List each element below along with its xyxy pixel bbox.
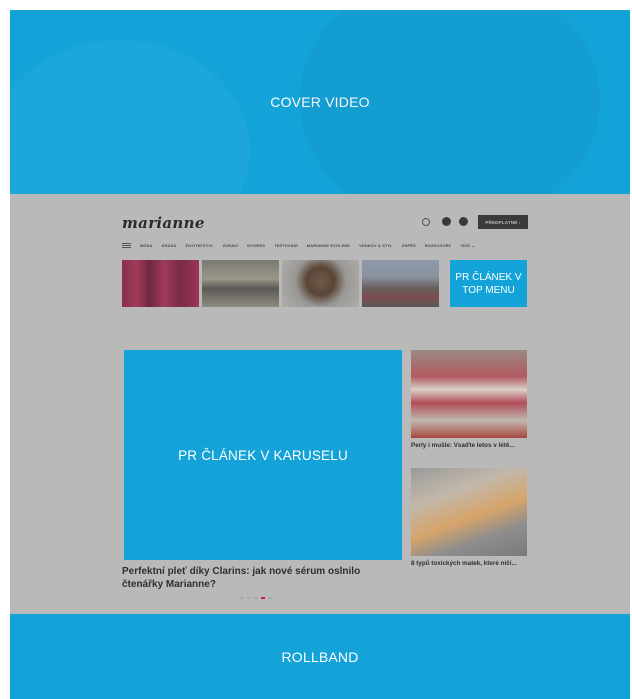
carousel-dot[interactable]	[254, 597, 258, 599]
top-article-caption	[122, 311, 199, 320]
top-article-image	[202, 260, 279, 307]
main-nav: MÓDA KRÁSA ŽIVOTNÍ STYL ZDRAVÍ STORIES T…	[122, 243, 475, 248]
nav-item-testovani[interactable]: TESTOVÁNÍ	[274, 243, 298, 248]
carousel-dot[interactable]	[268, 597, 272, 599]
nav-item-marianne-evolene[interactable]: MARIANNE EVOLENE	[307, 243, 350, 248]
top-article[interactable]	[362, 260, 439, 320]
nav-item-stories[interactable]: STORIES	[247, 243, 265, 248]
instagram-icon[interactable]	[459, 217, 468, 226]
nav-item-uspes[interactable]: ÚSPĚŠ	[402, 243, 416, 248]
top-article-image	[282, 260, 359, 307]
carousel-pagination	[240, 597, 272, 599]
carousel-dot-active[interactable]	[261, 597, 265, 599]
nav-item-venkov-styl[interactable]: VENKOV & STYL	[359, 243, 393, 248]
header-icons	[422, 217, 468, 226]
side-article-image	[411, 350, 527, 438]
top-article-caption	[362, 311, 439, 320]
subscribe-label: PŘEDPLATNÉ	[485, 219, 518, 225]
side-article[interactable]: 8 typů toxických matek, které ničí...	[411, 468, 527, 568]
side-article-image	[411, 468, 527, 556]
pr-top-menu-caption	[450, 311, 527, 320]
chevron-down-icon: ⌄	[471, 243, 475, 248]
carousel-dot[interactable]	[247, 597, 251, 599]
top-article[interactable]	[202, 260, 279, 320]
side-article-title: 8 typů toxických matek, které ničí...	[411, 560, 517, 567]
rollband-label: ROLLBAND	[281, 648, 359, 665]
top-articles-strip	[122, 260, 439, 320]
side-article[interactable]: Perly i mušle: Vsaďte letos v létě...	[411, 350, 527, 450]
nav-item-vice-label: VÍCE	[460, 243, 471, 248]
nav-item-moda[interactable]: MÓDA	[140, 243, 153, 248]
nav-item-zdravi[interactable]: ZDRAVÍ	[223, 243, 238, 248]
top-article-image	[362, 260, 439, 307]
subscribe-button[interactable]: PŘEDPLATNÉ ›	[478, 215, 528, 229]
site-logo[interactable]: marianne	[122, 214, 205, 232]
cover-video-placeholder[interactable]: COVER VIDEO	[10, 10, 630, 260]
top-article-caption	[282, 311, 359, 320]
nav-item-rozhovory[interactable]: ROZHOVORY	[425, 243, 452, 248]
search-icon[interactable]	[422, 217, 430, 226]
top-article-caption	[202, 311, 279, 320]
cover-video-label: COVER VIDEO	[270, 94, 370, 110]
nav-item-zivotni-styl[interactable]: ŽIVOTNÍ STYL	[185, 243, 213, 248]
nav-item-vice[interactable]: VÍCE ⌄	[460, 243, 474, 248]
pr-carousel-placeholder[interactable]: PR ČLÁNEK V KARUSELU	[124, 350, 402, 560]
pr-carousel-label: PR ČLÁNEK V KARUSELU	[178, 447, 348, 463]
facebook-icon[interactable]	[442, 217, 451, 226]
carousel-headline[interactable]: Perfektní pleť díky Clarins: jak nové sé…	[122, 565, 402, 591]
nav-item-krasa[interactable]: KRÁSA	[162, 243, 177, 248]
top-article[interactable]	[122, 260, 199, 320]
pr-top-menu-label: PR ČLÁNEK V TOP MENU	[455, 271, 522, 296]
top-article[interactable]	[282, 260, 359, 320]
top-article-image	[122, 260, 199, 307]
menu-icon[interactable]	[122, 243, 131, 248]
ad-preview-frame: COVER VIDEO marianne PŘEDPLATNÉ › MÓDA K…	[10, 10, 630, 699]
rollband-placeholder[interactable]: ROLLBAND	[10, 614, 630, 699]
side-article-title: Perly i mušle: Vsaďte letos v létě...	[411, 442, 515, 449]
site-preview: marianne PŘEDPLATNÉ › MÓDA KRÁSA ŽIVOTNÍ…	[10, 194, 630, 614]
carousel-dot[interactable]	[240, 597, 244, 599]
pr-top-menu-placeholder[interactable]: PR ČLÁNEK V TOP MENU	[450, 260, 527, 307]
